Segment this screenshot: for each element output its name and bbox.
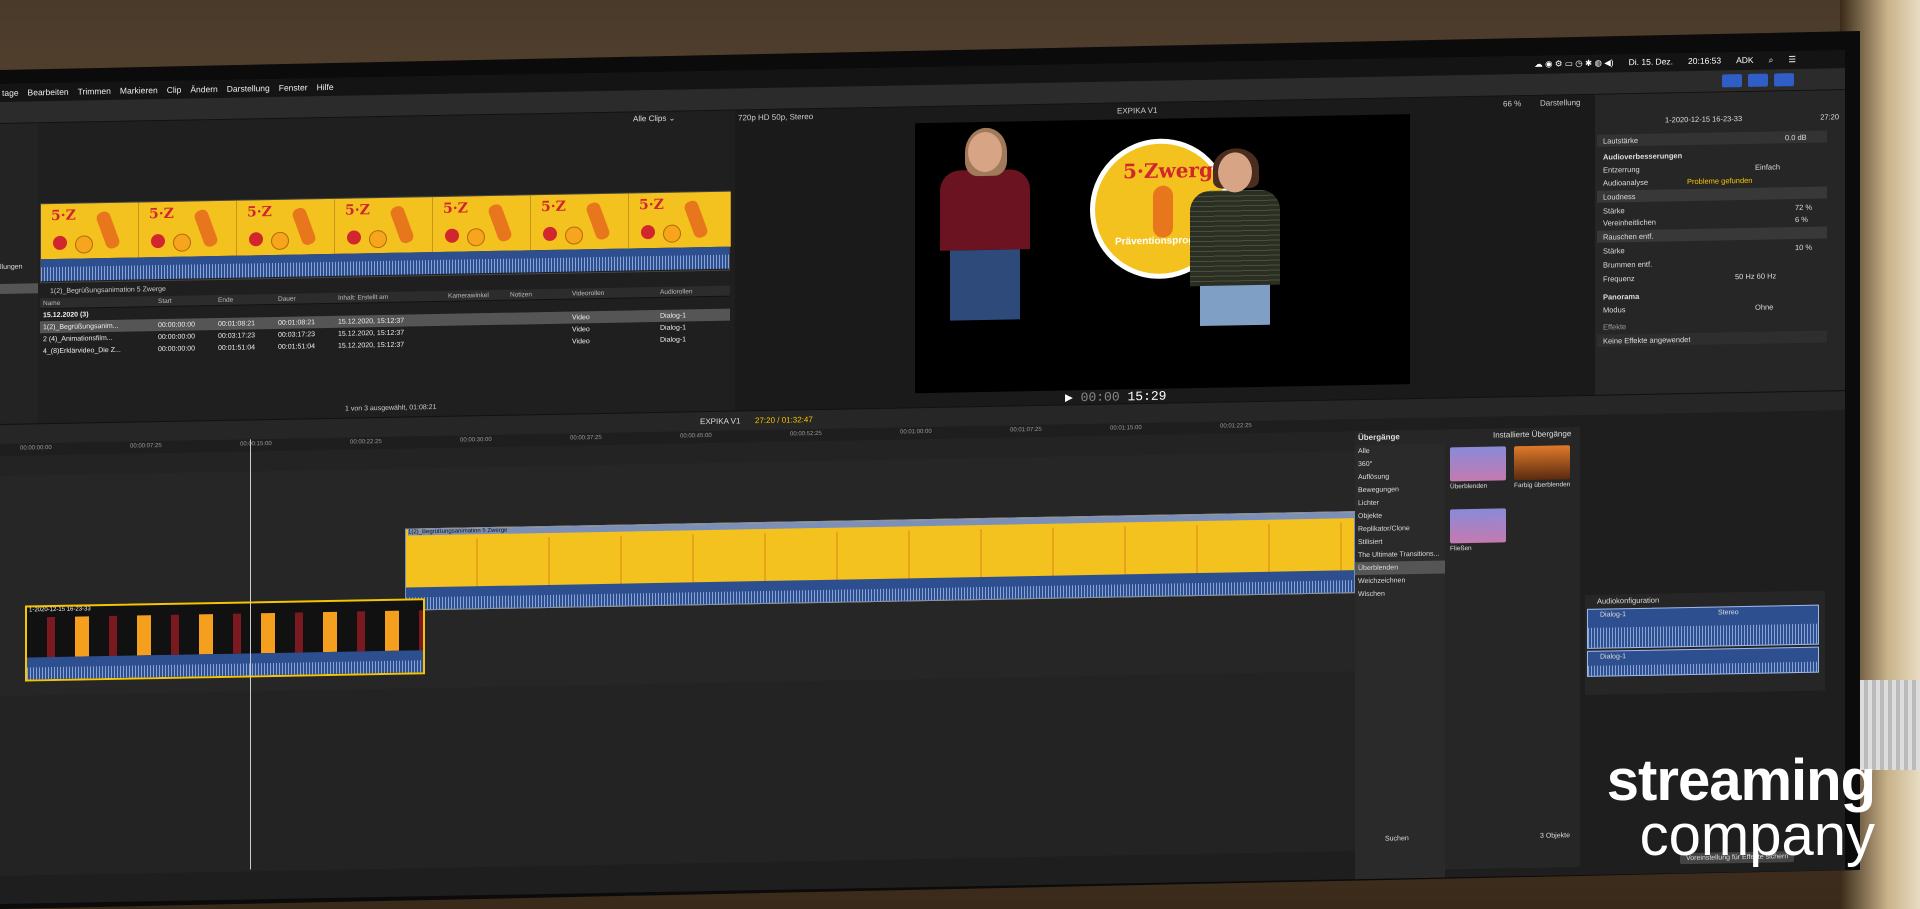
clip-list-table: Name Start Ende Dauer Inhalt: Erstellt a… (40, 285, 730, 358)
status-date[interactable]: Di. 15. Dez. (1629, 56, 1673, 68)
person-right (1190, 147, 1280, 388)
frequency-label: Frequenz (1603, 274, 1635, 284)
video-frame[interactable]: 5·Zwerge. Präventionsprogramm (915, 114, 1410, 394)
clip-label: 1-2020-12-15 16-23-33 (29, 606, 91, 614)
timeline-project[interactable]: EXPIKA V1 (700, 416, 740, 426)
menu-item-darstellung[interactable]: Darstellung (227, 83, 270, 94)
playhead[interactable] (250, 439, 251, 870)
timeline[interactable]: 1(2)_Begrüßungsanimation 5 Zwerge 1-2020… (0, 431, 1355, 876)
pan-mode-select[interactable]: Ohne (1755, 302, 1773, 311)
menu-item-aendern[interactable]: Ändern (190, 84, 217, 95)
transition-label: Fließen (1450, 545, 1472, 553)
inspector-toggle-button[interactable] (1774, 73, 1794, 87)
timeline-clip-animation[interactable]: 1(2)_Begrüßungsanimation 5 Zwerge (405, 511, 1355, 611)
status-time[interactable]: 20:16:53 (1688, 55, 1721, 67)
col-videoroles[interactable]: Videorollen (569, 288, 657, 297)
clip-filmstrip[interactable]: 5·Z 5·Z 5·Z 5·Z 5·Z 5·Z 5·Z (40, 190, 731, 284)
control-center-icon[interactable]: ☰ (1788, 54, 1796, 65)
analysis-label: Audioanalyse (1603, 177, 1649, 188)
transition-thumb[interactable] (1450, 508, 1506, 544)
transitions-header: Übergänge (1358, 432, 1400, 443)
transition-categories: Alle 360° Auflösung Bewegungen Lichter O… (1355, 443, 1445, 886)
clips-filter[interactable]: Alle Clips ⌄ (633, 114, 675, 124)
inspector-duration: 27:20 (1820, 112, 1839, 122)
category-item[interactable]: Wischen (1355, 587, 1445, 602)
col-audioroles[interactable]: Audiorollen (657, 287, 727, 296)
col-duration[interactable]: Dauer (275, 294, 335, 302)
inspector-clipname: 1-2020-12-15 16-23-33 (1665, 114, 1743, 125)
browser-toggle-button[interactable] (1722, 74, 1742, 88)
transition-thumb[interactable] (1514, 445, 1570, 481)
menu-item-trimmen[interactable]: Trimmen (78, 86, 111, 97)
col-name[interactable]: Name (40, 298, 155, 307)
timeline-clip-camera[interactable]: 1-2020-12-15 16-23-33 (25, 598, 425, 682)
watermark: streaming company (1606, 748, 1876, 868)
volume-value[interactable]: 0.0 dB (1785, 133, 1807, 142)
audio-track-2[interactable]: Dialog-1 (1587, 646, 1819, 677)
menu-item-clip[interactable]: Clip (167, 85, 182, 95)
col-notes[interactable]: Notizen (507, 290, 569, 298)
audio-configuration: Audiokonfiguration Dialog-1 Stereo Dialo… (1585, 590, 1825, 695)
person-left (940, 127, 1030, 392)
uniformity-value[interactable]: 6 % (1795, 215, 1808, 224)
hum-label[interactable]: Brummen entf. (1603, 260, 1652, 270)
noise-strength-value[interactable]: 10 % (1795, 243, 1812, 252)
pan-heading: Panorama (1603, 291, 1640, 302)
eq-value[interactable]: Einfach (1755, 162, 1780, 171)
menu-item-markieren[interactable]: Markieren (120, 85, 158, 96)
audio-mode-select[interactable]: Stereo (1718, 609, 1739, 616)
enhancements-heading: Audioverbesserungen (1603, 151, 1683, 162)
strength-value[interactable]: 72 % (1795, 203, 1812, 212)
effects-heading: Effekte (1603, 322, 1627, 332)
format-label: 720p HD 50p, Stereo (738, 112, 814, 123)
installed-select[interactable]: Installierte Übergänge (1493, 429, 1571, 439)
category-item[interactable]: The Ultimate Transitions... (1355, 548, 1445, 563)
display-select[interactable]: Darstellung (1540, 98, 1580, 108)
col-start[interactable]: Start (155, 297, 215, 305)
transition-thumbnails: Überblenden Farbig überblenden Fließen (1450, 445, 1580, 552)
transitions-count: 3 Objekte (1540, 832, 1570, 840)
frequency-value[interactable]: 50 Hz 60 Hz (1735, 271, 1776, 281)
menu-item-fenster[interactable]: Fenster (279, 82, 308, 93)
search-icon[interactable]: ⌕ (1769, 54, 1774, 65)
noise-strength-label: Stärke (1603, 246, 1625, 256)
strength-label: Stärke (1603, 206, 1625, 216)
timeline-position: 27:20 / 01:32:47 (755, 415, 813, 426)
no-effects-label: Keine Effekte angewendet (1603, 335, 1691, 346)
monitor-screen: tage Bearbeiten Trimmen Markieren Clip Ä… (0, 50, 1845, 905)
uniformity-label: Vereinheitlichen (1603, 217, 1656, 228)
project-title: EXPIKA V1 (1117, 105, 1158, 116)
eq-label[interactable]: Entzerrung (1603, 165, 1640, 175)
audio-track-1[interactable]: Dialog-1 Stereo (1587, 604, 1819, 649)
analysis-status[interactable]: Probleme gefunden (1687, 176, 1752, 186)
status-area: ☁ ◉ ⚙ ▭ ◷ ✱ ◍ ◀) Di. 15. Dez. 20:16:53 A… (1534, 54, 1805, 70)
transition-thumb[interactable] (1450, 446, 1506, 482)
transitions-search[interactable]: Suchen (1385, 835, 1409, 842)
menu-item-ablage[interactable]: tage (2, 88, 19, 98)
pan-mode-label: Modus (1603, 305, 1626, 315)
volume-label: Lautstärke (1603, 135, 1639, 146)
transition-label: Farbig überblenden (1514, 481, 1571, 490)
col-end[interactable]: Ende (215, 295, 275, 303)
zoom-select[interactable]: 66 % (1503, 99, 1521, 108)
audio-config-title: Audiokonfiguration (1597, 595, 1660, 606)
timeline-toggle-button[interactable] (1748, 73, 1768, 87)
audio-inspector: 1-2020-12-15 16-23-33 27:20 Lautstärke 0… (1595, 90, 1845, 395)
col-created[interactable]: Inhalt: Erstellt am (335, 292, 445, 301)
library-sidebar: llungen (0, 123, 38, 425)
sidebar-label[interactable]: llungen (0, 264, 23, 271)
noise-label: Rauschen entf. (1603, 231, 1654, 242)
status-user[interactable]: ADK (1736, 55, 1753, 66)
sidebar-selected-item[interactable] (0, 283, 38, 294)
menu-item-hilfe[interactable]: Hilfe (317, 82, 334, 92)
viewer: 720p HD 50p, Stereo EXPIKA V1 66 % Darst… (735, 94, 1595, 411)
menu-item-bearbeiten[interactable]: Bearbeiten (28, 87, 69, 98)
transition-label: Überblenden (1450, 482, 1488, 491)
col-angle[interactable]: Kamerawinkel (445, 291, 507, 300)
transitions-browser: Übergänge Installierte Übergänge Alle 36… (1355, 427, 1580, 886)
status-icons[interactable]: ☁ ◉ ⚙ ▭ ◷ ✱ ◍ ◀) (1534, 57, 1613, 69)
loudness-label: Loudness (1603, 192, 1636, 202)
